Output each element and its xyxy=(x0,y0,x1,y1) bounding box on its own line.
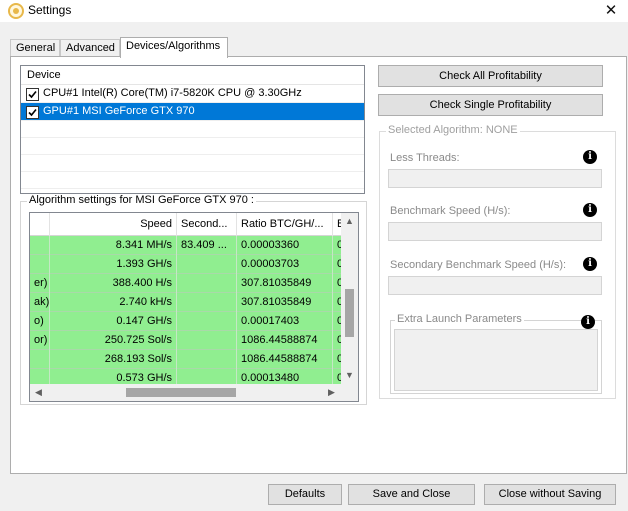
device-empty-row xyxy=(21,121,364,138)
algorithm-name-cell xyxy=(30,236,50,255)
secondary-speed-cell xyxy=(177,293,237,312)
secondary-benchmark-speed-info-icon[interactable]: i xyxy=(583,257,597,271)
algorithm-settings-group: Algorithm settings for MSI GeForce GTX 9… xyxy=(20,194,367,405)
grid-rows: 8.341 MH/s83.409 ...0.000033600.01.393 G… xyxy=(30,236,350,401)
table-row[interactable]: er)388.400 H/s307.810358490.0 xyxy=(30,274,350,293)
device-empty-row xyxy=(21,172,364,189)
tab-advanced[interactable]: Advanced xyxy=(60,39,120,57)
column-header-secondary-speed[interactable]: Second... xyxy=(177,213,237,236)
ratio-cell: 1086.44588874 xyxy=(237,350,333,369)
secondary-speed-cell xyxy=(177,331,237,350)
cpu-checkbox[interactable] xyxy=(26,88,39,101)
table-row[interactable]: or)250.725 Sol/s1086.445888740.0 xyxy=(30,331,350,350)
speed-cell: 268.193 Sol/s xyxy=(50,350,177,369)
secondary-speed-cell: 83.409 ... xyxy=(177,236,237,255)
speed-cell: 1.393 GH/s xyxy=(50,255,177,274)
checkmark-icon xyxy=(28,90,37,99)
algorithm-settings-legend: Algorithm settings for MSI GeForce GTX 9… xyxy=(27,194,256,206)
secondary-speed-cell xyxy=(177,312,237,331)
table-row[interactable]: ak)2.740 kH/s307.810358490.0 xyxy=(30,293,350,312)
grid-header: Speed Second... Ratio BTC/GH/... BT xyxy=(30,213,350,236)
algorithm-name-cell: ak) xyxy=(30,293,50,312)
window-title: Settings xyxy=(28,3,72,17)
speed-cell: 0.147 GH/s xyxy=(50,312,177,331)
device-empty-row xyxy=(21,155,364,172)
secondary-speed-cell xyxy=(177,350,237,369)
close-without-saving-button[interactable]: Close without Saving xyxy=(484,484,616,505)
device-item-gpu[interactable]: GPU#1 MSI GeForce GTX 970 xyxy=(21,103,364,121)
algorithm-name-cell xyxy=(30,350,50,369)
ratio-cell: 0.00003703 xyxy=(237,255,333,274)
scroll-down-icon[interactable]: ▼ xyxy=(341,367,358,384)
benchmark-speed-info-icon[interactable]: i xyxy=(583,203,597,217)
secondary-speed-cell xyxy=(177,255,237,274)
selected-algorithm-legend: Selected Algorithm: NONE xyxy=(386,124,520,136)
ratio-cell: 0.00003360 xyxy=(237,236,333,255)
less-threads-input xyxy=(388,169,602,188)
ratio-cell: 307.81035849 xyxy=(237,293,333,312)
ratio-cell: 1086.44588874 xyxy=(237,331,333,350)
secondary-benchmark-speed-label: Secondary Benchmark Speed (H/s): xyxy=(390,259,567,271)
speed-cell: 2.740 kH/s xyxy=(50,293,177,312)
vertical-scroll-thumb[interactable] xyxy=(345,289,354,337)
algorithm-name-cell: or) xyxy=(30,331,50,350)
device-item-label: CPU#1 Intel(R) Core(TM) i7-5820K CPU @ 3… xyxy=(43,87,302,99)
column-header-speed[interactable]: Speed xyxy=(50,213,177,236)
table-row[interactable]: o)0.147 GH/s0.000174030.0 xyxy=(30,312,350,331)
speed-cell: 388.400 H/s xyxy=(50,274,177,293)
checkmark-icon xyxy=(28,108,37,117)
tab-general[interactable]: General xyxy=(10,39,60,57)
algorithm-grid[interactable]: Speed Second... Ratio BTC/GH/... BT 8.34… xyxy=(29,212,359,402)
devices-algorithms-panel: Device CPU#1 Intel(R) Core(TM) i7-5820K … xyxy=(10,56,627,474)
column-header[interactable] xyxy=(30,213,50,236)
ratio-cell: 0.00017403 xyxy=(237,312,333,331)
algorithm-name-cell xyxy=(30,255,50,274)
table-row[interactable]: 1.393 GH/s0.000037030.0 xyxy=(30,255,350,274)
check-single-profitability-button[interactable]: Check Single Profitability xyxy=(378,94,603,116)
device-empty-row xyxy=(21,138,364,155)
horizontal-scrollbar[interactable]: ◀ ▶ xyxy=(30,384,358,401)
close-icon[interactable]: ✕ xyxy=(600,0,622,22)
app-logo-icon xyxy=(8,3,24,19)
defaults-button[interactable]: Defaults xyxy=(268,484,342,505)
extra-launch-parameters-input xyxy=(394,329,598,391)
algorithm-name-cell: er) xyxy=(30,274,50,293)
less-threads-label: Less Threads: xyxy=(390,152,460,164)
extra-launch-parameters-group: Extra Launch Parameters i xyxy=(390,313,602,394)
table-row[interactable]: 268.193 Sol/s1086.445888740.0 xyxy=(30,350,350,369)
column-header-ratio[interactable]: Ratio BTC/GH/... xyxy=(237,213,333,236)
device-item-label: GPU#1 MSI GeForce GTX 970 xyxy=(43,105,195,117)
device-item-cpu[interactable]: CPU#1 Intel(R) Core(TM) i7-5820K CPU @ 3… xyxy=(21,85,364,103)
gpu-checkbox[interactable] xyxy=(26,106,39,119)
scroll-up-icon[interactable]: ▲ xyxy=(341,213,358,230)
selected-algorithm-group: Selected Algorithm: NONE Less Threads: i… xyxy=(379,124,616,399)
check-all-profitability-button[interactable]: Check All Profitability xyxy=(378,65,603,87)
secondary-benchmark-speed-input xyxy=(388,276,602,295)
scroll-left-icon[interactable]: ◀ xyxy=(30,384,47,401)
extra-launch-parameters-info-icon[interactable]: i xyxy=(581,315,595,329)
ratio-cell: 307.81035849 xyxy=(237,274,333,293)
secondary-speed-cell xyxy=(177,274,237,293)
device-list[interactable]: Device CPU#1 Intel(R) Core(TM) i7-5820K … xyxy=(20,65,365,194)
extra-launch-parameters-label: Extra Launch Parameters xyxy=(395,313,524,325)
benchmark-speed-label: Benchmark Speed (H/s): xyxy=(390,205,511,217)
speed-cell: 250.725 Sol/s xyxy=(50,331,177,350)
table-row[interactable]: 8.341 MH/s83.409 ...0.000033600.0 xyxy=(30,236,350,255)
tab-devices-algorithms[interactable]: Devices/Algorithms xyxy=(120,37,228,58)
algorithm-name-cell: o) xyxy=(30,312,50,331)
horizontal-scroll-thumb[interactable] xyxy=(126,388,236,397)
vertical-scrollbar[interactable]: ▲ ▼ xyxy=(341,213,358,384)
benchmark-speed-input xyxy=(388,222,602,241)
title-bar: Settings ✕ xyxy=(0,0,628,22)
device-list-header: Device xyxy=(21,66,364,85)
save-and-close-button[interactable]: Save and Close xyxy=(348,484,475,505)
less-threads-info-icon[interactable]: i xyxy=(583,150,597,164)
scroll-right-icon[interactable]: ▶ xyxy=(323,384,340,401)
speed-cell: 8.341 MH/s xyxy=(50,236,177,255)
